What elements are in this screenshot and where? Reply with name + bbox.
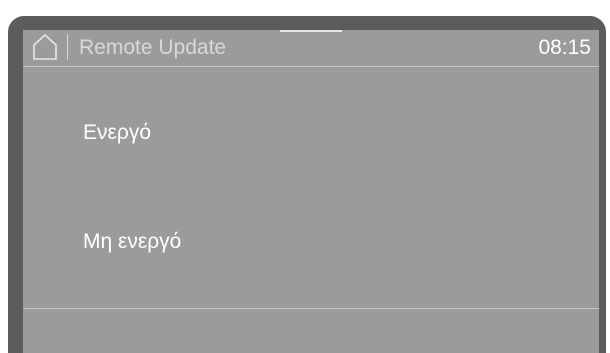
header-separator (23, 66, 599, 67)
header-bar: Remote Update 08:15 (23, 30, 599, 66)
page-title: Remote Update (79, 36, 227, 59)
option-enabled-label: Ενεργό (83, 121, 151, 144)
display-screen: Remote Update 08:15 Ενεργό Μη ενεργό (23, 30, 599, 353)
option-disabled[interactable]: Μη ενεργό (23, 192, 599, 292)
footer-bar (23, 309, 599, 353)
home-icon[interactable] (31, 33, 59, 61)
option-enabled[interactable]: Ενεργό (23, 82, 599, 182)
header-divider (67, 34, 68, 60)
clock: 08:15 (538, 36, 591, 59)
option-disabled-label: Μη ενεργό (83, 230, 182, 253)
